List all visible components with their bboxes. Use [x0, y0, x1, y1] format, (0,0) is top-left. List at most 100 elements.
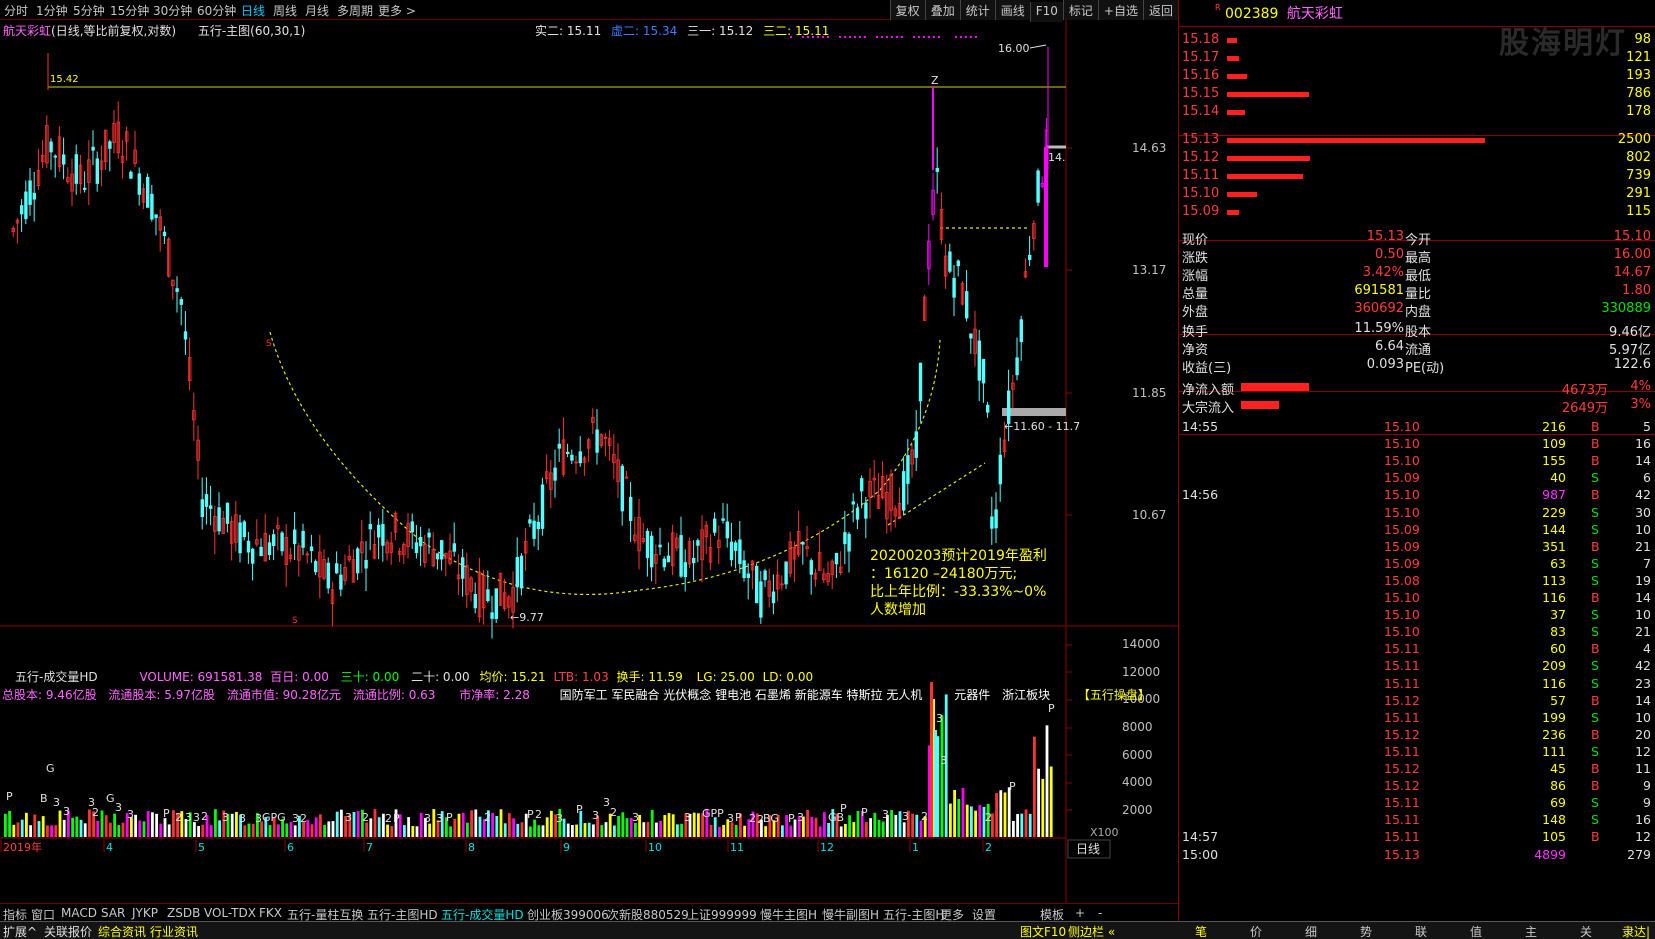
- tick-row[interactable]: 15.12 57 B 14: [1179, 693, 1655, 711]
- order-book-row[interactable]: 15.10 291: [1179, 186, 1655, 204]
- tool-button[interactable]: 画线: [994, 0, 1030, 20]
- period-tab[interactable]: 60分钟: [197, 2, 236, 19]
- tick-row[interactable]: 15.11 148 S 16: [1179, 812, 1655, 830]
- tick-row[interactable]: 15.11 60 B 4: [1179, 641, 1655, 659]
- candle-body: [948, 251, 952, 272]
- order-book-row[interactable]: 15.18 98: [1179, 32, 1655, 50]
- order-book-row[interactable]: 15.14 178: [1179, 104, 1655, 122]
- order-book-row[interactable]: 15.09 115: [1179, 204, 1655, 222]
- tool-button[interactable]: 复权: [889, 0, 925, 20]
- volume-bar: [247, 823, 251, 837]
- status-toggle[interactable]: 图文F10: [1020, 923, 1066, 939]
- tick-row[interactable]: 15.09 351 B 21: [1179, 539, 1655, 557]
- tick-row[interactable]: 15.11 116 S 23: [1179, 676, 1655, 694]
- quote-tab[interactable]: 势: [1360, 923, 1372, 939]
- tool-button[interactable]: +自选: [1097, 0, 1143, 20]
- tick-row[interactable]: 15.11 209 S 42: [1179, 658, 1655, 676]
- tick-row[interactable]: 15.10 83 S 21: [1179, 624, 1655, 642]
- tool-button[interactable]: F10: [1029, 2, 1063, 22]
- period-tab[interactable]: 5分钟: [73, 2, 105, 19]
- tick-row[interactable]: 15.10 116 B 14: [1179, 590, 1655, 608]
- period-tab[interactable]: 1分钟: [36, 2, 68, 19]
- tick-row[interactable]: 14:57 15.11 105 B 12: [1179, 829, 1655, 847]
- indicator-tab[interactable]: MACD: [61, 906, 97, 920]
- volume-signal-marker: 3: [63, 805, 70, 818]
- tool-button[interactable]: 叠加: [924, 0, 960, 20]
- volume-bar: [142, 821, 146, 837]
- volume-signal-marker: P: [861, 806, 868, 819]
- tick-row[interactable]: 15.09 144 S 10: [1179, 522, 1655, 540]
- tick-row[interactable]: 15.12 45 B 11: [1179, 761, 1655, 779]
- ershi-stat: 二十: 0.00: [411, 670, 470, 684]
- tick-row[interactable]: 15.11 111 S 12: [1179, 744, 1655, 762]
- huanshou-stat: 换手: 11.59: [616, 670, 683, 684]
- quote-tab[interactable]: 关: [1580, 923, 1592, 939]
- tool-button[interactable]: 统计: [959, 0, 995, 20]
- volume-bar: [970, 806, 973, 837]
- tick-row[interactable]: 15.08 113 S 19: [1179, 573, 1655, 591]
- order-book-row[interactable]: 15.13 2500: [1179, 132, 1655, 150]
- tick-price: 15.12: [1384, 726, 1420, 742]
- quote-tab[interactable]: 值: [1470, 923, 1482, 939]
- candle-body: [847, 533, 851, 552]
- tick-row[interactable]: 15:00 15.13 4899 279: [1179, 847, 1655, 865]
- day-button[interactable]: 日线: [1076, 842, 1100, 856]
- quote-tab[interactable]: 笔: [1195, 923, 1207, 939]
- status-link[interactable]: 关联报价: [44, 923, 92, 939]
- junjia-stat: 均价: 15.21: [479, 670, 546, 684]
- candle-body: [145, 176, 150, 208]
- tick-row[interactable]: 15.12 86 B 9: [1179, 778, 1655, 796]
- quote-tab[interactable]: 价: [1250, 923, 1262, 939]
- kline-chart[interactable]: 15.4216.00Z←9.7714.←11.60 - 11.7SSPGB 333…: [0, 20, 1178, 903]
- stat-label: 外盘: [1182, 305, 1209, 320]
- indicator-tab[interactable]: JYKP: [132, 906, 158, 920]
- period-tab[interactable]: 更多 >: [378, 2, 416, 19]
- volume-bar: [25, 812, 28, 837]
- tool-button[interactable]: 返回: [1142, 0, 1178, 20]
- period-tab[interactable]: 周线: [273, 2, 297, 19]
- status-link[interactable]: 扩展^: [3, 923, 37, 939]
- status-link[interactable]: 行业资讯: [150, 923, 198, 939]
- volume-bar: [369, 818, 373, 837]
- tick-row[interactable]: 15.10 229 S 30: [1179, 505, 1655, 523]
- quote-tab[interactable]: 细: [1305, 923, 1317, 939]
- tick-row[interactable]: 15.09 63 S 7: [1179, 556, 1655, 574]
- tick-row[interactable]: 15.11 69 S 9: [1179, 795, 1655, 813]
- period-tab[interactable]: 30分钟: [153, 2, 192, 19]
- template-control[interactable]: -: [1098, 906, 1102, 920]
- candle-body: [629, 496, 633, 521]
- tick-row[interactable]: 15.09 40 S 6: [1179, 470, 1655, 488]
- candle-body: [658, 544, 662, 548]
- tick-row[interactable]: 15.10 37 S 10: [1179, 607, 1655, 625]
- template-control[interactable]: +: [1075, 906, 1085, 920]
- period-tab[interactable]: 日线: [241, 2, 265, 19]
- sanshi-stat: 三十: 0.00: [340, 670, 400, 684]
- wuxing-link[interactable]: 【五行操盘】: [1078, 688, 1150, 702]
- quote-tab[interactable]: 联: [1415, 923, 1427, 939]
- volume-signal-marker: BG: [763, 812, 779, 825]
- order-book-row[interactable]: 15.17 121: [1179, 50, 1655, 68]
- indicator-tab[interactable]: SAR: [101, 906, 125, 920]
- order-book-row[interactable]: 15.16 193: [1179, 68, 1655, 86]
- tick-row[interactable]: 14:55 15.10 216 B 5: [1179, 419, 1655, 437]
- period-tab[interactable]: 月线: [305, 2, 329, 19]
- tick-row[interactable]: 15.10 109 B 16: [1179, 436, 1655, 454]
- tick-row[interactable]: 14:56 15.10 987 B 42: [1179, 487, 1655, 505]
- tool-button[interactable]: 标记: [1062, 0, 1098, 20]
- period-tab[interactable]: 15分钟: [110, 2, 149, 19]
- tick-row[interactable]: 15.11 199 S 10: [1179, 710, 1655, 728]
- indicator-tab[interactable]: FKX: [259, 906, 282, 920]
- order-book-row[interactable]: 15.11 739: [1179, 168, 1655, 186]
- period-tab[interactable]: 多周期: [337, 2, 373, 19]
- status-link[interactable]: 综合资讯: [98, 923, 146, 939]
- indicator-tab[interactable]: ZSDB: [167, 906, 200, 920]
- tick-row[interactable]: 15.12 236 B 20: [1179, 727, 1655, 745]
- indicator-tab[interactable]: VOL-TDX: [204, 906, 256, 920]
- volume-bar: [419, 813, 423, 837]
- order-book-row[interactable]: 15.12 802: [1179, 150, 1655, 168]
- period-tab[interactable]: 分时: [4, 2, 28, 19]
- order-book-row[interactable]: 15.15 786: [1179, 86, 1655, 104]
- tick-row[interactable]: 15.10 155 B 14: [1179, 453, 1655, 471]
- quote-tab[interactable]: 主: [1525, 923, 1537, 939]
- status-toggle[interactable]: 侧边栏 «: [1068, 923, 1115, 939]
